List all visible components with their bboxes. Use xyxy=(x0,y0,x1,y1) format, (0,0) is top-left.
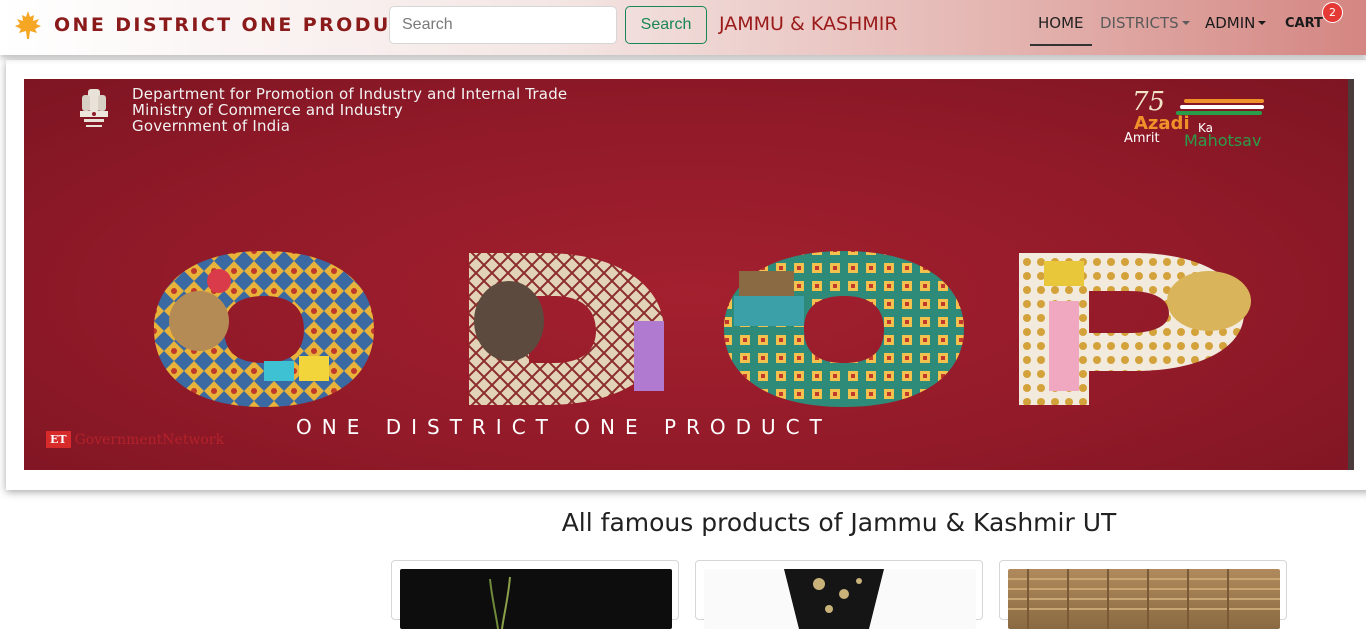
product-image-embroidery xyxy=(704,569,976,629)
brand[interactable]: ONE DISTRICT ONE PRODUCT xyxy=(12,8,422,42)
chevron-down-icon xyxy=(1258,21,1267,25)
product-card[interactable] xyxy=(391,560,679,629)
azadi-mahotsav: Mahotsav xyxy=(1184,131,1262,150)
government-line: Government of India xyxy=(132,117,291,135)
region-label: JAMMU & KASHMIR xyxy=(719,13,898,35)
ministry-line: Ministry of Commerce and Industry xyxy=(132,101,403,119)
nav-districts-dropdown[interactable]: DISTRICTS xyxy=(1100,14,1190,32)
nav-cart[interactable]: CART xyxy=(1285,16,1323,31)
et-logo: ET GovernmentNetwork xyxy=(46,431,224,448)
flag-saffron-stripe xyxy=(1184,99,1264,103)
azadi-ka-amrit-mahotsav-logo: 75 Azadi Ka Amrit Mahotsav xyxy=(1122,85,1322,150)
nav-admin-label: ADMIN xyxy=(1205,14,1256,32)
national-emblem-icon xyxy=(80,89,108,127)
nav-districts-label: DISTRICTS xyxy=(1100,14,1179,32)
department-text: Department for Promotion of Industry and… xyxy=(132,86,567,134)
cart-count-badge: 2 xyxy=(1322,2,1343,23)
banner-tagline: ONE DISTRICT ONE PRODUCT xyxy=(296,415,832,439)
section-title: All famous products of Jammu & Kashmir U… xyxy=(561,508,1117,537)
top-navbar: ONE DISTRICT ONE PRODUCT Search JAMMU & … xyxy=(0,0,1366,55)
et-box: ET xyxy=(46,431,71,448)
product-card[interactable] xyxy=(999,560,1287,629)
nav-admin-dropdown[interactable]: ADMIN xyxy=(1205,14,1267,32)
nav-home[interactable]: HOME xyxy=(1038,14,1084,32)
et-text: GovernmentNetwork xyxy=(74,431,225,448)
product-image-dark xyxy=(400,569,672,629)
odop-banner-image: Department for Promotion of Industry and… xyxy=(24,79,1354,470)
maple-leaf-icon xyxy=(15,11,41,39)
odop-collage-letters xyxy=(154,251,1251,407)
azadi-amrit: Amrit xyxy=(1124,131,1160,146)
chevron-down-icon xyxy=(1181,21,1190,25)
product-card[interactable] xyxy=(695,560,983,629)
flag-white-stripe xyxy=(1180,105,1264,109)
active-indicator xyxy=(1030,44,1092,46)
banner-edge xyxy=(1348,79,1354,470)
product-image-wicker xyxy=(1008,569,1280,629)
search-input[interactable] xyxy=(389,6,617,44)
department-line: Department for Promotion of Industry and… xyxy=(132,85,568,103)
brand-title: ONE DISTRICT ONE PRODUCT xyxy=(54,14,423,36)
search-button[interactable]: Search xyxy=(625,6,707,44)
